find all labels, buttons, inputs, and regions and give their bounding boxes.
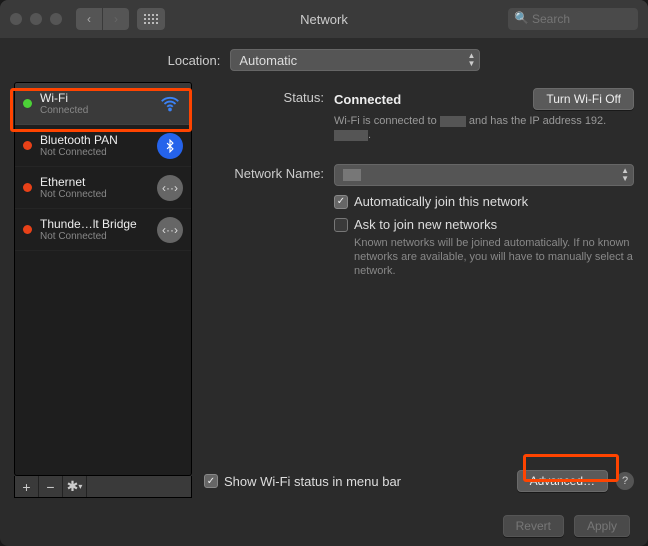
status-label: Status:: [204, 88, 334, 142]
sidebar-item-label: Thunde…lt Bridge: [40, 217, 149, 231]
ask-join-checkbox[interactable]: Ask to join new networks: [334, 217, 634, 232]
redacted-ssid: [440, 116, 466, 127]
sidebar-item-status: Connected: [40, 105, 149, 116]
status-detail: Wi-Fi is connected to and has the IP add…: [334, 114, 634, 142]
sidebar-item-label: Wi-Fi: [40, 91, 149, 105]
remove-service-button[interactable]: −: [39, 476, 63, 497]
checkbox-checked-icon: [204, 474, 218, 488]
close-window-icon[interactable]: [10, 13, 22, 25]
sidebar-item-status: Not Connected: [40, 189, 149, 200]
redacted-network: [343, 169, 361, 181]
minimize-window-icon[interactable]: [30, 13, 42, 25]
content: Status: Connected Turn Wi-Fi Off Wi-Fi i…: [204, 82, 634, 498]
checkbox-checked-icon: [334, 195, 348, 209]
wifi-icon: [157, 91, 183, 117]
auto-join-checkbox[interactable]: Automatically join this network: [334, 194, 634, 209]
chevron-down-icon: ▾: [78, 482, 82, 491]
nav-buttons: ‹ ›: [76, 8, 129, 30]
zoom-window-icon[interactable]: [50, 13, 62, 25]
sidebar-item-thunderbolt[interactable]: Thunde…lt Bridge Not Connected ‹··›: [15, 209, 191, 251]
footer: Revert Apply: [0, 506, 648, 546]
sidebar-item-wifi[interactable]: Wi-Fi Connected: [15, 83, 191, 125]
ethernet-icon: ‹··›: [157, 175, 183, 201]
service-list: Wi-Fi Connected Bluetooth PAN Not Connec…: [14, 82, 192, 476]
forward-button: ›: [103, 8, 129, 30]
location-label: Location:: [168, 53, 221, 68]
thunderbolt-icon: ‹··›: [157, 217, 183, 243]
sidebar-item-label: Bluetooth PAN: [40, 133, 149, 147]
ask-join-help: Known networks will be joined automatica…: [354, 236, 634, 278]
titlebar: ‹ › Network 🔍: [0, 0, 648, 38]
status-dot-disconnected-icon: [23, 225, 32, 234]
redacted-ip: [334, 130, 368, 141]
chevron-updown-icon: ▲▼: [467, 52, 475, 68]
sidebar: Wi-Fi Connected Bluetooth PAN Not Connec…: [14, 82, 192, 498]
traffic-lights: [10, 13, 62, 25]
sidebar-item-ethernet[interactable]: Ethernet Not Connected ‹··›: [15, 167, 191, 209]
sidebar-item-label: Ethernet: [40, 175, 149, 189]
advanced-button[interactable]: Advanced…: [517, 470, 608, 492]
chevron-updown-icon: ▲▼: [621, 167, 629, 183]
gear-icon: ✱: [67, 478, 79, 495]
network-name-label: Network Name:: [204, 164, 334, 186]
sidebar-item-status: Not Connected: [40, 147, 149, 158]
sidebar-item-status: Not Connected: [40, 231, 149, 242]
status-dot-disconnected-icon: [23, 141, 32, 150]
checkbox-unchecked-icon: [334, 218, 348, 232]
help-button[interactable]: ?: [616, 472, 634, 490]
status-value: Connected: [334, 92, 401, 107]
grid-icon: [144, 14, 158, 24]
turn-wifi-off-button[interactable]: Turn Wi-Fi Off: [533, 88, 634, 110]
location-value: Automatic: [239, 53, 297, 68]
network-name-select[interactable]: ▲▼: [334, 164, 634, 186]
search-icon: 🔍: [514, 11, 529, 25]
sidebar-item-bluetooth[interactable]: Bluetooth PAN Not Connected: [15, 125, 191, 167]
status-dot-disconnected-icon: [23, 183, 32, 192]
location-row: Location: Automatic ▲▼: [0, 38, 648, 82]
apply-button[interactable]: Apply: [574, 515, 630, 537]
status-dot-connected-icon: [23, 99, 32, 108]
back-button[interactable]: ‹: [76, 8, 102, 30]
bluetooth-icon: [157, 133, 183, 159]
show-menu-checkbox[interactable]: Show Wi-Fi status in menu bar: [204, 474, 401, 489]
add-service-button[interactable]: +: [15, 476, 39, 497]
service-actions-button[interactable]: ✱▾: [63, 476, 87, 497]
sidebar-toolbar: + − ✱▾: [14, 476, 192, 498]
location-select[interactable]: Automatic ▲▼: [230, 49, 480, 71]
revert-button[interactable]: Revert: [503, 515, 564, 537]
show-all-button[interactable]: [137, 8, 165, 30]
